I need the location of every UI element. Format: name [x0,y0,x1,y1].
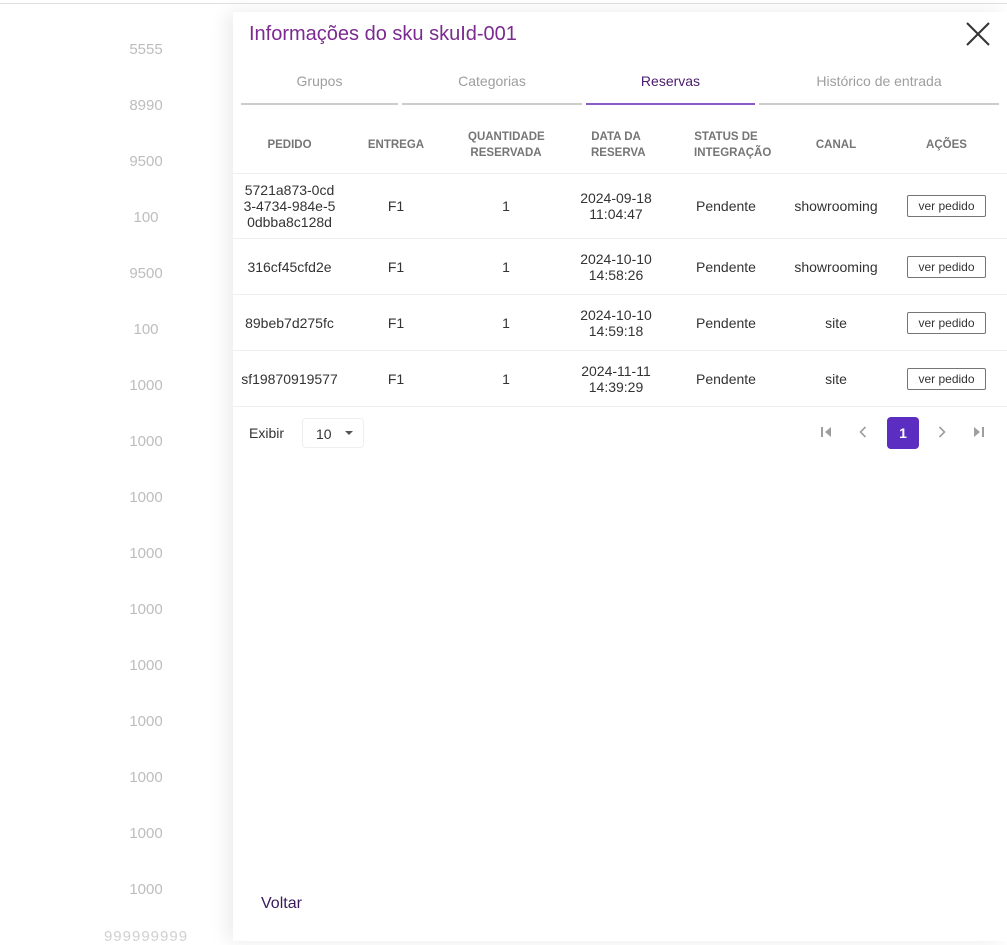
last-page-icon [974,427,984,437]
cell-acoes: ver pedido [886,195,1007,217]
first-page-icon [821,427,831,437]
cell-acoes: ver pedido [886,367,1007,390]
cell-data: 2024-10-10 14:59:18 [580,306,652,339]
tab-underline [402,103,582,105]
tab-historico-de-entrada[interactable]: Histórico de entrada [759,68,999,105]
tab-underline [759,103,999,105]
cell-canal: showrooming [794,258,878,275]
background-value: 1000 [129,601,163,618]
background-value: 1000 [129,769,163,786]
cell-entrega: F1 [387,370,405,387]
background-value: 9500 [129,153,163,170]
background-value: 9500 [129,265,163,282]
cell-entrega: F1 [387,258,405,275]
table-row: 316cf45cfd2e F1 1 2024-10-10 14:58:26 Pe… [233,238,1007,294]
background-value: 1000 [129,489,163,506]
header-acoes: AÇÕES [926,138,967,151]
cell-data: 2024-11-11 14:39:29 [581,362,651,395]
header-data-da-reserva: DATA DA RESERVA [591,130,646,159]
background-value: 100 [133,321,159,338]
tab-label: Categorias [458,73,526,89]
cell-pedido: 89beb7d275fc [245,314,334,331]
cell-pedido: 5721a873-0cd3-4734-984e-50dbba8c128d [243,182,336,230]
cell-status: Pendente [696,314,756,331]
background-last-value: 999999999 [103,928,189,945]
cell-acoes: ver pedido [886,255,1007,278]
cell-data: 2024-10-10 14:58:26 [580,250,652,283]
reservations-table: PEDIDO ENTREGA QUANTIDADE RESERVADA DATA… [233,116,1007,407]
tab-label: Grupos [296,73,343,89]
chevron-right-icon [938,426,946,438]
current-page-button[interactable]: 1 [887,417,919,449]
last-page-button[interactable] [969,422,989,442]
tab-bar: Grupos Categorias Reservas Histórico de … [233,68,1007,108]
caret-down-icon [345,431,353,435]
cell-entrega: F1 [387,314,405,331]
cell-entrega: F1 [387,198,405,214]
cell-pedido: 316cf45cfd2e [247,258,332,275]
close-button[interactable] [962,18,994,50]
header-canal: CANAL [815,138,857,151]
tab-underline [241,103,398,105]
tab-active-indicator [586,103,755,105]
background-value: 1000 [129,377,163,394]
cell-pedido: sf19870919577 [241,370,338,387]
ver-pedido-button[interactable]: ver pedido [907,311,986,334]
background-value: 1000 [129,657,163,674]
background-value: 1000 [129,545,163,562]
tab-reservas[interactable]: Reservas [586,68,755,105]
cell-quantidade: 1 [502,370,510,387]
background-divider [0,3,1007,4]
background-value: 1000 [129,881,163,898]
table-row: sf19870919577 F1 1 2024-11-11 14:39:29 P… [233,350,1007,407]
ver-pedido-button[interactable]: ver pedido [907,367,986,390]
background-value: 100 [133,209,159,226]
cell-quantidade: 1 [502,258,510,275]
page-size-select[interactable]: 10 [302,418,364,448]
table-row: 5721a873-0cd3-4734-984e-50dbba8c128d F1 … [233,173,1007,238]
cell-canal: site [825,314,847,331]
chevron-left-icon [859,426,867,438]
ver-pedido-button[interactable]: ver pedido [907,195,986,217]
cell-canal: site [825,370,847,387]
page-size-label: Exibir [249,425,285,441]
cell-acoes: ver pedido [886,311,1007,334]
tab-label: Reservas [640,73,701,89]
tab-grupos[interactable]: Grupos [241,68,398,105]
close-icon [966,22,990,46]
background-value: 1000 [129,433,163,450]
cell-quantidade: 1 [502,314,510,331]
table-row: 89beb7d275fc F1 1 2024-10-10 14:59:18 Pe… [233,294,1007,350]
cell-status: Pendente [696,370,756,387]
previous-page-button[interactable] [853,422,873,442]
sku-info-drawer: Informações do sku skuId-001 Grupos Cate… [233,12,1007,941]
header-pedido: PEDIDO [267,138,312,151]
ver-pedido-button[interactable]: ver pedido [907,255,986,278]
background-values-column: 5555 8990 9500 100 9500 100 1000 1000 1000 1000 10… [96,22,196,918]
background-value: 5555 [129,41,163,58]
background-value: 8990 [129,97,163,114]
drawer-title: Informações do sku skuId-001 [249,23,517,45]
tab-categorias[interactable]: Categorias [402,68,582,105]
cell-status: Pendente [696,258,756,275]
header-entrega: ENTREGA [367,138,425,151]
table-header: PEDIDO ENTREGA QUANTIDADE RESERVADA DATA… [233,116,1007,173]
next-page-button[interactable] [932,422,952,442]
cell-data: 2024-09-18 11:04:47 [580,190,652,222]
page-size-value: 10 [316,426,332,442]
cell-canal: showrooming [794,198,878,214]
background-value: 1000 [129,825,163,842]
first-page-button[interactable] [816,422,836,442]
back-button[interactable]: Voltar [261,895,302,913]
tab-label: Histórico de entrada [816,73,942,89]
cell-quantidade: 1 [502,198,510,214]
header-quantidade-reservada: QUANTIDADE RESERVADA [468,130,545,159]
header-status-de-integracao: STATUS DE INTEGRAÇÃO [694,130,772,159]
pagination-bar: Exibir 10 1 [233,414,1007,454]
background-value: 1000 [129,713,163,730]
cell-status: Pendente [696,198,756,214]
